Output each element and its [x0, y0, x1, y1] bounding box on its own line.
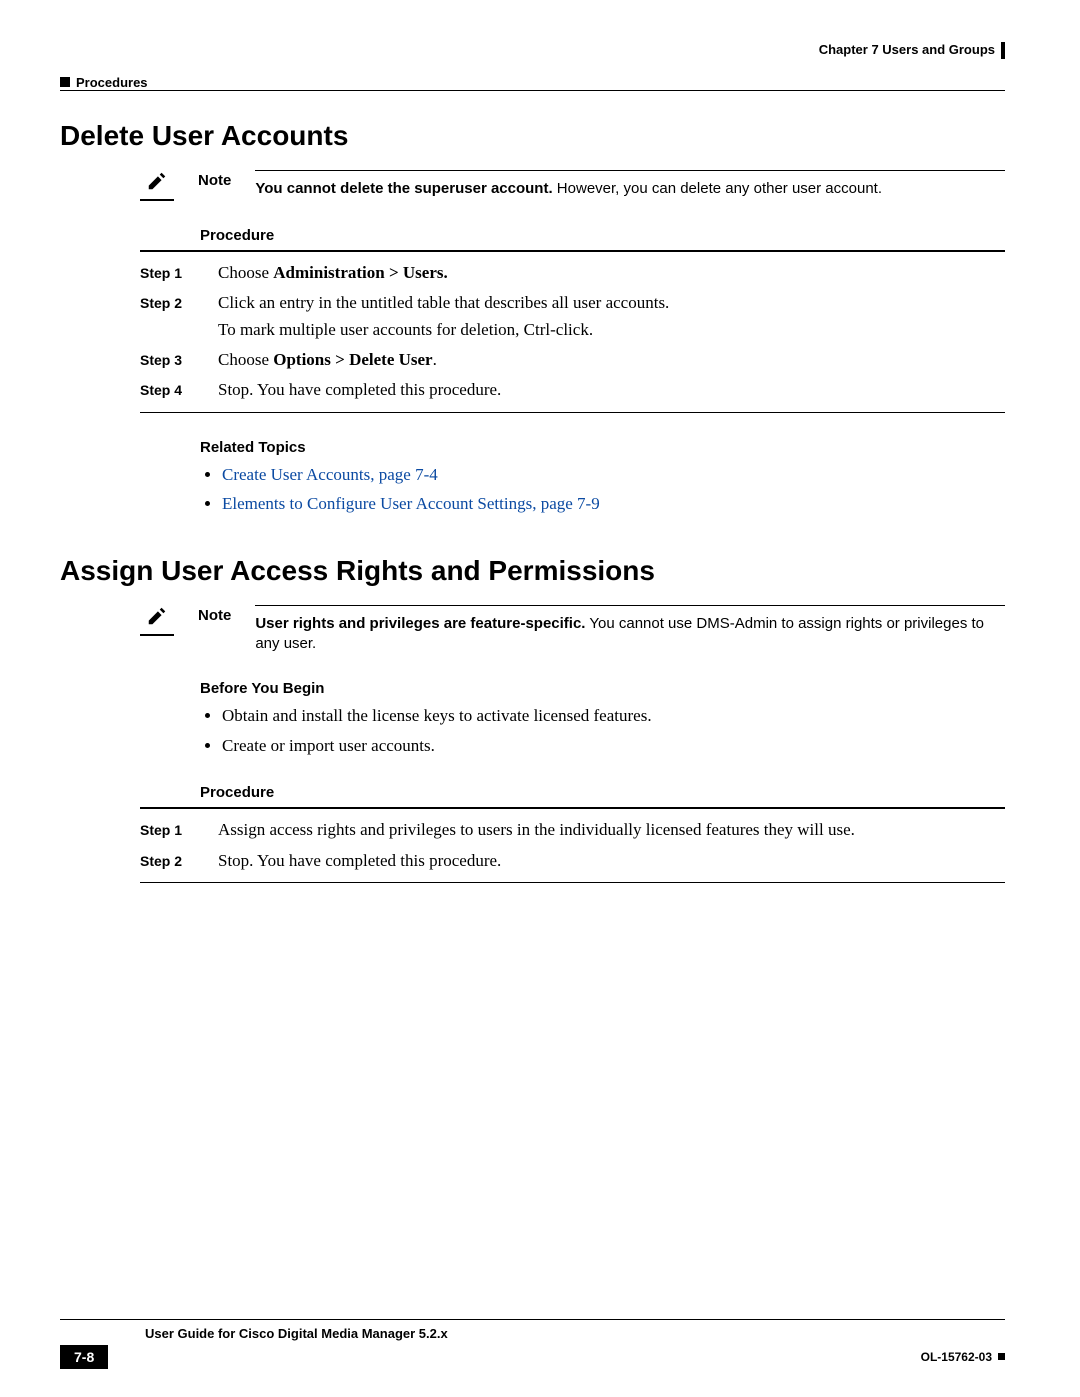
note-bold: You cannot delete the superuser account. [255, 180, 552, 197]
breadcrumb-text: Procedures [76, 75, 148, 90]
list-item: Obtain and install the license keys to a… [222, 703, 1005, 729]
note-text: User rights and privileges are feature-s… [255, 614, 1005, 655]
step-row: Step 1 Assign access rights and privileg… [140, 817, 1005, 843]
note-bold: User rights and privileges are feature-s… [255, 615, 585, 632]
related-link[interactable]: Create User Accounts, page 7-4 [222, 465, 438, 484]
list-item: Create or import user accounts. [222, 733, 1005, 759]
step-label: Step 2 [140, 849, 182, 873]
step-row: Step 2 Click an entry in the untitled ta… [140, 290, 1005, 343]
step-bold: Options > Delete User [273, 350, 432, 369]
step-text-extra: To mark multiple user accounts for delet… [218, 317, 1005, 343]
header-chapter: Chapter 7 Users and Groups [819, 40, 1005, 59]
procedure-heading: Procedure [200, 227, 1005, 244]
step-text: Assign access rights and privileges to u… [218, 817, 1005, 843]
page-number-badge: 7-8 [60, 1345, 108, 1369]
note-label: Note [198, 170, 231, 189]
step-label: Step 1 [140, 818, 182, 842]
endmark-icon [998, 1353, 1005, 1360]
chapter-text: Chapter 7 Users and Groups [819, 42, 995, 57]
before-you-begin-heading: Before You Begin [200, 680, 1005, 697]
step-row: Step 4 Stop. You have completed this pro… [140, 377, 1005, 403]
section-title-delete: Delete User Accounts [60, 120, 1005, 152]
step-text: Click an entry in the untitled table tha… [218, 290, 1005, 316]
before-you-begin-list: Obtain and install the license keys to a… [200, 703, 1005, 758]
step-bold: Administration > Users. [273, 263, 448, 282]
step-text: Stop. You have completed this procedure. [218, 380, 501, 399]
step-text: Choose [218, 263, 273, 282]
step-text: Choose [218, 350, 273, 369]
step-label: Step 2 [140, 291, 182, 315]
procedure-heading: Procedure [200, 784, 1005, 801]
step-row: Step 1 Choose Administration > Users. [140, 260, 1005, 286]
section-title-assign: Assign User Access Rights and Permission… [60, 555, 1005, 587]
note-text: You cannot delete the superuser account.… [255, 179, 1005, 199]
step-suffix: . [433, 350, 437, 369]
breadcrumb: Procedures [60, 75, 148, 90]
related-topics-heading: Related Topics [200, 439, 1005, 456]
note-label: Note [198, 605, 231, 624]
step-text: Stop. You have completed this procedure. [218, 848, 1005, 874]
step-label: Step 3 [140, 348, 182, 372]
step-label: Step 1 [140, 261, 182, 285]
note-rest: However, you can delete any other user a… [553, 180, 882, 197]
square-bullet-icon [60, 77, 70, 87]
footer-doc-title: User Guide for Cisco Digital Media Manag… [145, 1326, 448, 1341]
related-topics-list: Create User Accounts, page 7-4 Elements … [200, 462, 1005, 517]
step-row: Step 3 Choose Options > Delete User. [140, 347, 1005, 373]
step-row: Step 2 Stop. You have completed this pro… [140, 848, 1005, 874]
doc-id: OL-15762-03 [921, 1350, 992, 1364]
pencil-icon [146, 179, 168, 196]
pencil-icon [146, 614, 168, 631]
header-rule-icon [1001, 42, 1005, 59]
step-label: Step 4 [140, 378, 182, 402]
related-link[interactable]: Elements to Configure User Account Setti… [222, 494, 600, 513]
